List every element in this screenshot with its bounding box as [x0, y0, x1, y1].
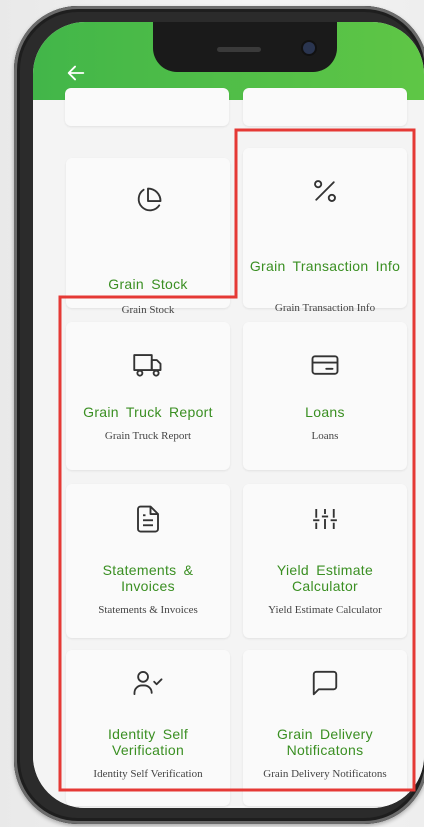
card-partial-left[interactable]: [65, 88, 229, 126]
credit-card-icon: [311, 355, 339, 375]
arrow-left-icon[interactable]: [65, 62, 87, 84]
card-subtitle: Grain Transaction Info: [274, 302, 376, 314]
card-statements-invoices[interactable]: Statements & Invoices Statements & Invoi…: [66, 484, 230, 638]
truck-icon: [133, 354, 162, 377]
percent-icon: [314, 180, 336, 202]
document-icon: [137, 505, 159, 533]
card-identity-self-verification[interactable]: Identity Self Verification Identity Self…: [66, 650, 230, 806]
card-partial-right[interactable]: [243, 88, 407, 126]
card-title: Yield Estimate Calculator: [276, 562, 374, 594]
card-grain-truck-report[interactable]: Grain Truck Report Grain Truck Report: [66, 322, 230, 470]
card-grain-delivery-notifications[interactable]: Grain Delivery Notificatons Grain Delive…: [243, 650, 407, 806]
card-title: Grain Transaction Info: [249, 258, 401, 274]
card-subtitle: Grain Delivery Notificatons: [263, 768, 387, 780]
card-yield-estimate-calculator[interactable]: Yield Estimate Calculator Yield Estimate…: [243, 484, 407, 638]
card-title: Grain Truck Report: [83, 404, 213, 420]
card-grain-transaction-info[interactable]: Grain Transaction Info Grain Transaction…: [243, 148, 407, 314]
app-screen: Grain Stock Grain Stock Grain Transactio…: [33, 22, 424, 808]
notch: [153, 22, 337, 72]
card-title: Grain Stock: [108, 276, 188, 292]
card-grain-stock[interactable]: Grain Stock Grain Stock: [66, 158, 230, 316]
card-title: Grain Delivery Notificatons: [277, 726, 373, 758]
front-camera: [303, 42, 315, 54]
card-subtitle: Yield Estimate Calculator: [268, 604, 382, 616]
card-subtitle: Identity Self Verification: [93, 768, 203, 780]
card-subtitle: Grain Truck Report: [104, 430, 192, 442]
user-check-icon: [133, 671, 163, 695]
sliders-icon: [313, 509, 337, 529]
card-loans[interactable]: Loans Loans: [243, 322, 407, 470]
card-title: Statements & Invoices: [102, 562, 194, 594]
speaker-grille: [217, 47, 261, 52]
card-subtitle: Loans: [311, 430, 339, 442]
pie-chart-icon: [137, 187, 162, 212]
message-square-icon: [312, 670, 338, 696]
card-subtitle: Statements & Invoices: [98, 604, 198, 616]
menu-grid: Grain Stock Grain Stock Grain Transactio…: [33, 88, 424, 808]
card-subtitle: Grain Stock: [121, 304, 175, 316]
card-title: Loans: [305, 404, 345, 420]
card-title: Identity Self Verification: [107, 726, 189, 758]
